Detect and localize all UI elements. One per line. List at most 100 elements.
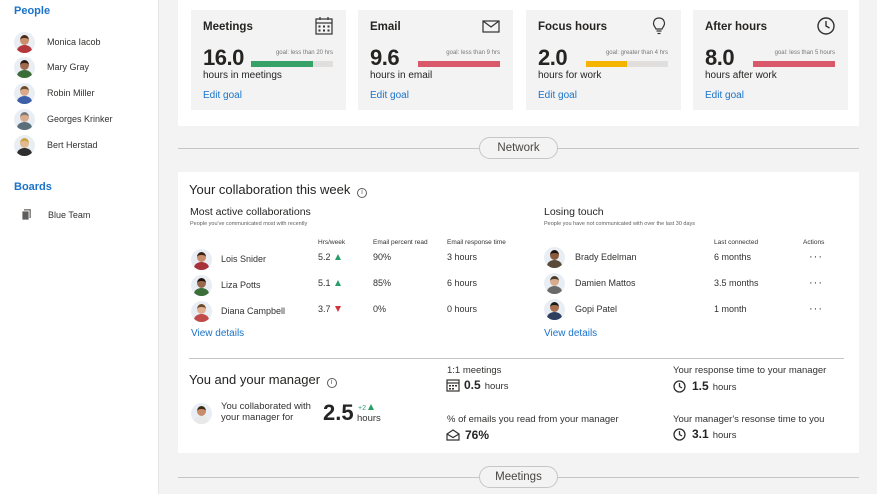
clock-icon bbox=[816, 16, 836, 36]
collaborator-email-read: 0% bbox=[373, 304, 387, 314]
metric-card-email: Email 9.6 goal: less than 9 hrs hours in em… bbox=[358, 10, 513, 110]
avatar bbox=[14, 108, 35, 130]
edit-goal-link[interactable]: Edit goal bbox=[538, 90, 577, 101]
more-actions-icon[interactable]: ··· bbox=[809, 251, 823, 263]
collaborator-name[interactable]: Diana Campbell bbox=[221, 306, 285, 316]
sidebar: People Monica Iacob Mary Gray Robin Miller… bbox=[0, 0, 159, 494]
collaborator-name[interactable]: Lois Snider bbox=[221, 254, 266, 264]
board-name: Blue Team bbox=[48, 209, 91, 220]
metrics-panel: Meetings 16.0 goal: less than 20 hrs hours … bbox=[178, 0, 859, 126]
manager-collab-unit: hours bbox=[357, 413, 381, 424]
collaborator-name[interactable]: Liza Potts bbox=[221, 280, 261, 290]
card-title: Focus hours bbox=[538, 21, 608, 33]
manager-avatar bbox=[191, 403, 212, 424]
card-goal: goal: less than 9 hrs bbox=[446, 50, 500, 56]
people-heading: People bbox=[14, 5, 51, 17]
one-on-one-number: 0.5 bbox=[464, 378, 481, 392]
card-value: 16.0 bbox=[203, 45, 244, 70]
person-name: Mary Gray bbox=[47, 62, 90, 72]
column-email-response-time: Email response time bbox=[447, 239, 506, 246]
card-value: 9.6 bbox=[370, 45, 400, 70]
avatar bbox=[191, 403, 212, 424]
avatar bbox=[191, 275, 212, 296]
manager-collab-delta-text: +2 bbox=[358, 405, 366, 412]
info-icon[interactable]: i bbox=[326, 378, 337, 388]
more-actions-icon[interactable]: ··· bbox=[809, 303, 823, 315]
card-subtitle: hours for work bbox=[538, 70, 602, 81]
card-progress-bar bbox=[251, 61, 333, 67]
card-progress-bar bbox=[418, 61, 500, 67]
manager-response-value: 3.1 hours bbox=[673, 427, 736, 441]
avatar bbox=[14, 82, 35, 104]
info-icon[interactable]: i bbox=[357, 188, 368, 198]
contact-name[interactable]: Damien Mattos bbox=[575, 278, 636, 288]
response-time-number: 1.5 bbox=[692, 379, 709, 393]
most-active-subheading: People you've communicated most with rec… bbox=[190, 221, 308, 227]
sidebar-person-0[interactable]: Monica Iacob bbox=[14, 31, 101, 53]
person-name: Monica Iacob bbox=[47, 37, 101, 47]
response-time-value: 1.5 hours bbox=[673, 379, 736, 393]
card-progress-fill bbox=[753, 61, 835, 67]
meetings-section-button[interactable]: Meetings bbox=[479, 466, 558, 488]
more-actions-icon[interactable]: ··· bbox=[809, 277, 823, 289]
manager-collab-value: 2.5 bbox=[323, 400, 354, 425]
trend-up-icon bbox=[334, 280, 341, 286]
trend-down-icon bbox=[334, 306, 341, 312]
manager-divider bbox=[189, 358, 844, 359]
hours-value: 5.2 bbox=[318, 252, 331, 262]
contact-avatar bbox=[544, 273, 565, 294]
sidebar-person-2[interactable]: Robin Miller bbox=[14, 82, 95, 104]
open-envelope-icon bbox=[446, 429, 460, 441]
card-progress-fill bbox=[586, 61, 627, 67]
collaborator-hours: 3.7 bbox=[318, 304, 341, 314]
most-active-heading: Most active collaborations bbox=[190, 206, 311, 218]
collaborator-email-read: 90% bbox=[373, 252, 392, 262]
manager-collab-delta: +2 bbox=[358, 404, 374, 412]
calendar-icon bbox=[314, 16, 334, 36]
sidebar-person-3[interactable]: Georges Krinker bbox=[14, 108, 113, 130]
one-on-one-value: 0.5 hours bbox=[446, 378, 508, 392]
view-details-losing-link[interactable]: View details bbox=[544, 328, 597, 339]
card-goal: goal: less than 20 hrs bbox=[275, 50, 333, 56]
manager-response-unit: hours bbox=[712, 430, 737, 441]
collaborator-response-time: 3 hours bbox=[447, 252, 478, 262]
avatar bbox=[544, 247, 565, 268]
contact-avatar bbox=[544, 299, 565, 320]
response-time-unit: hours bbox=[712, 382, 737, 393]
card-progress-bar bbox=[586, 61, 668, 67]
hours-value: 5.1 bbox=[318, 278, 331, 288]
losing-touch-heading: Losing touch bbox=[544, 206, 604, 218]
sidebar-person-4[interactable]: Bert Herstad bbox=[14, 134, 98, 156]
manager-collab-text: You collaborated with your manager for bbox=[221, 401, 311, 423]
view-details-active-link[interactable]: View details bbox=[191, 328, 244, 339]
contact-name[interactable]: Brady Edelman bbox=[575, 252, 637, 262]
lightbulb-icon bbox=[649, 16, 669, 36]
card-title: After hours bbox=[705, 21, 767, 33]
one-on-one-label: 1:1 meetings bbox=[447, 365, 502, 376]
sidebar-person-1[interactable]: Mary Gray bbox=[14, 56, 89, 78]
card-goal: goal: greater than 4 hrs bbox=[605, 50, 668, 56]
edit-goal-link[interactable]: Edit goal bbox=[203, 90, 242, 101]
board-stack-icon bbox=[21, 209, 31, 221]
network-section-button[interactable]: Network bbox=[479, 137, 558, 159]
edit-goal-link[interactable]: Edit goal bbox=[370, 90, 409, 101]
collaborator-avatar bbox=[191, 249, 212, 270]
avatar bbox=[191, 249, 212, 270]
card-subtitle: hours in meetings bbox=[203, 70, 282, 81]
clock-icon bbox=[673, 379, 686, 393]
one-on-one-unit: hours bbox=[484, 381, 509, 392]
contact-name[interactable]: Gopi Patel bbox=[575, 304, 617, 314]
person-name: Georges Krinker bbox=[47, 114, 113, 124]
edit-goal-link[interactable]: Edit goal bbox=[705, 90, 744, 101]
card-progress-fill bbox=[251, 61, 314, 67]
boards-heading: Boards bbox=[14, 181, 52, 193]
card-progress-fill bbox=[418, 61, 500, 67]
response-time-label: Your response time to your manager bbox=[673, 365, 827, 376]
avatar bbox=[14, 134, 35, 156]
emails-read-number: 76% bbox=[465, 428, 490, 442]
envelope-icon bbox=[481, 16, 501, 36]
sidebar-item-blue-team[interactable]: Blue Team bbox=[20, 208, 90, 221]
collaborator-avatar bbox=[191, 301, 212, 322]
manager-response-label: Your manager's resonse time to you bbox=[673, 414, 825, 425]
column-actions: Actions bbox=[803, 239, 825, 246]
